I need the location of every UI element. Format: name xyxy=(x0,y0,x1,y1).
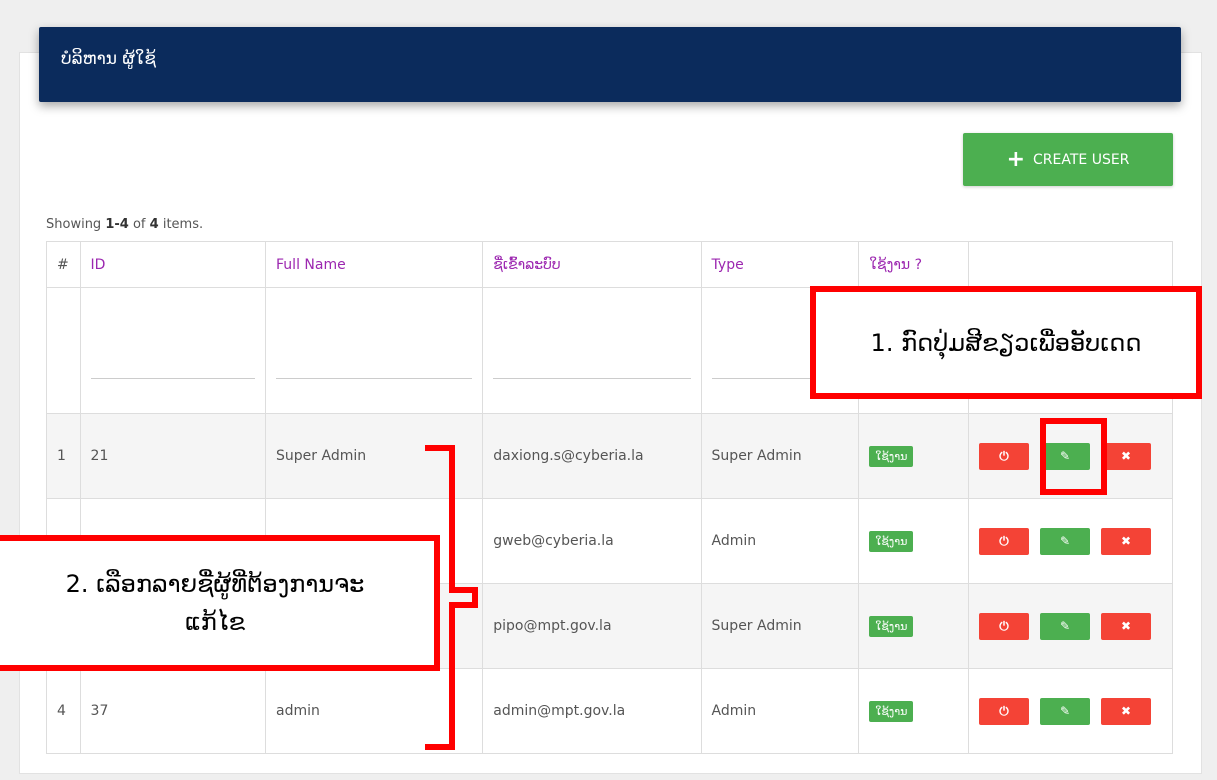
column-header-num: # xyxy=(46,241,81,288)
column-header-actions xyxy=(968,241,1173,288)
page-header: ບໍລິຫານ ຜູ້ໃຊ້ xyxy=(39,27,1181,102)
toggle-active-button[interactable]: ⏻ xyxy=(979,612,1029,640)
power-icon: ⏻ xyxy=(999,618,1009,633)
page-title: ບໍລິຫານ ຜູ້ໃຊ້ xyxy=(61,49,156,69)
close-icon: ✖ xyxy=(1120,449,1132,463)
summary-text: Showing 1-4 of 4 items. xyxy=(46,217,204,232)
table-row[interactable]: 4 37 admin admin@mpt.gov.la Admin ໃຊ້ງານ… xyxy=(46,668,1173,754)
delete-button[interactable]: ✖ xyxy=(1101,442,1151,470)
create-user-button[interactable]: + CREATE USER xyxy=(963,133,1173,186)
annotation-step1: 1. ກົດປຸ່ມສີຂຽວເພື່ອອັບເດດ xyxy=(810,286,1202,399)
filter-login-input[interactable] xyxy=(482,287,702,414)
delete-button[interactable]: ✖ xyxy=(1101,697,1151,725)
filter-id-input[interactable] xyxy=(79,287,267,414)
power-icon: ⏻ xyxy=(999,533,1009,548)
delete-button[interactable]: ✖ xyxy=(1101,527,1151,555)
column-header-id[interactable]: ID xyxy=(79,241,267,288)
edit-button[interactable]: ✎ xyxy=(1040,612,1090,640)
table-row[interactable]: 1 21 Super Admin daxiong.s@cyberia.la Su… xyxy=(46,413,1173,499)
toggle-active-button[interactable]: ⏻ xyxy=(979,697,1029,725)
edit-icon: ✎ xyxy=(1059,619,1071,633)
power-icon: ⏻ xyxy=(999,703,1009,718)
create-user-label: CREATE USER xyxy=(1033,151,1130,168)
status-badge: ໃຊ້ງານ xyxy=(869,615,914,637)
edit-icon: ✎ xyxy=(1059,534,1071,548)
toggle-active-button[interactable]: ⏻ xyxy=(979,527,1029,555)
column-header-login[interactable]: ຊື່ເຂົ້າລະບົບ xyxy=(482,241,702,288)
column-header-type[interactable]: Type xyxy=(700,241,860,288)
edit-button-highlight xyxy=(1040,418,1107,495)
status-badge: ໃຊ້ງານ xyxy=(869,530,914,552)
power-icon: ⏻ xyxy=(999,448,1009,463)
delete-button[interactable]: ✖ xyxy=(1101,612,1151,640)
column-header-fullname[interactable]: Full Name xyxy=(265,241,484,288)
edit-button[interactable]: ✎ xyxy=(1040,697,1090,725)
annotation-step2: 2. ເລືອກລາຍຊື່ຜູ້ທີ່ຕ້ອງການຈະ ແກ້ໄຂ xyxy=(0,535,440,671)
close-icon: ✖ xyxy=(1120,704,1132,718)
edit-icon: ✎ xyxy=(1059,704,1071,718)
filter-fullname-input[interactable] xyxy=(265,287,484,414)
edit-button[interactable]: ✎ xyxy=(1040,527,1090,555)
toggle-active-button[interactable]: ⏻ xyxy=(979,442,1029,470)
column-header-active[interactable]: ໃຊ້ງານ ? xyxy=(858,241,969,288)
table-header-row: # ID Full Name ຊື່ເຂົ້າລະບົບ Type ໃຊ້ງານ… xyxy=(46,241,1173,288)
status-badge: ໃຊ້ງານ xyxy=(869,700,914,722)
close-icon: ✖ xyxy=(1120,534,1132,548)
plus-icon: + xyxy=(1006,146,1026,172)
status-badge: ໃຊ້ງານ xyxy=(869,445,914,467)
close-icon: ✖ xyxy=(1120,619,1132,633)
